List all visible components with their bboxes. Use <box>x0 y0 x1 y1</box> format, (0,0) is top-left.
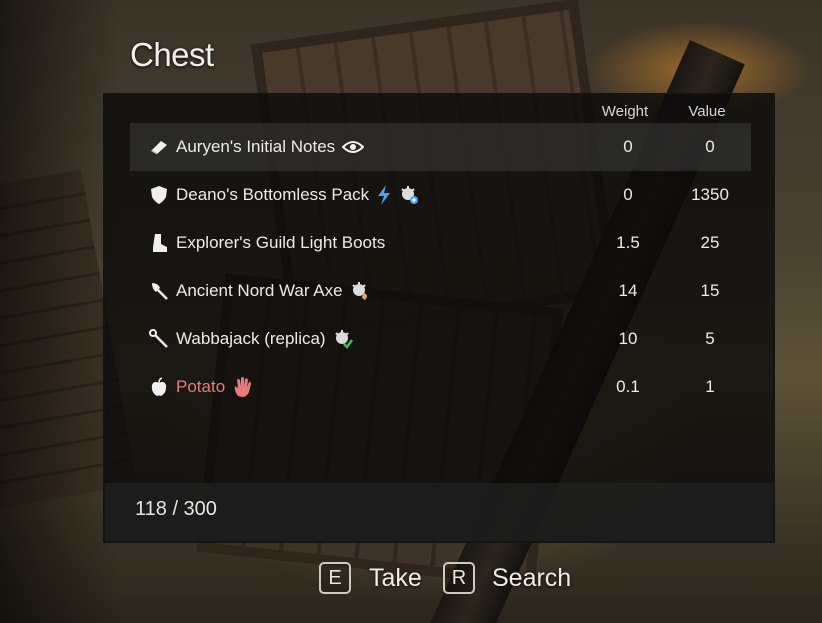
item-name: Wabbajack (replica) <box>176 329 326 348</box>
button-prompts: E Take R Search <box>0 562 822 606</box>
menu-title: Chest <box>130 36 214 73</box>
item-row-ancient-nord-war-axe[interactable]: Ancient Nord War Axe 14 15 <box>130 267 751 315</box>
item-value: 5 <box>705 329 715 348</box>
carry-weight: 118 / 300 <box>135 498 217 520</box>
search-label: Search <box>492 563 572 592</box>
item-weight: 1.5 <box>616 233 640 252</box>
item-value: 25 <box>700 233 720 252</box>
item-row-explorers-guild-light-boots[interactable]: Explorer's Guild Light Boots 1.5 25 <box>130 219 751 267</box>
container-panel: Weight Value Auryen's Initial Notes 0 0 … <box>103 93 775 543</box>
item-weight: 10 <box>618 329 638 348</box>
value-column-header: Value <box>688 103 726 120</box>
shield-icon <box>148 184 170 206</box>
item-name: Deano's Bottomless Pack <box>176 185 370 204</box>
item-value: 1350 <box>691 185 729 204</box>
take-button[interactable]: E Take <box>319 562 422 594</box>
item-row-potato[interactable]: Potato 0.1 1 <box>130 363 751 411</box>
item-value: 1 <box>705 377 715 396</box>
staff-icon <box>148 328 170 350</box>
item-weight: 0 <box>623 185 633 204</box>
item-name: Auryen's Initial Notes <box>176 137 336 156</box>
artifact-check-icon <box>333 329 353 349</box>
item-list: Auryen's Initial Notes 0 0 Deano's Botto… <box>130 123 751 411</box>
book-icon <box>148 136 170 158</box>
item-name: Ancient Nord War Axe <box>176 281 343 300</box>
item-row-auryens-initial-notes[interactable]: Auryen's Initial Notes 0 0 <box>130 123 751 171</box>
item-row-deanos-bottomless-pack[interactable]: Deano's Bottomless Pack 0 1350 <box>130 171 751 219</box>
artifact-icon <box>350 281 370 301</box>
boots-icon <box>148 232 170 254</box>
axe-icon <box>148 280 170 302</box>
weight-column-header: Weight <box>601 103 649 120</box>
item-name: Explorer's Guild Light Boots <box>176 233 386 252</box>
item-name: Potato <box>176 377 226 396</box>
eye-icon <box>342 140 365 154</box>
hand-icon <box>232 376 254 398</box>
item-value: 15 <box>700 281 720 300</box>
search-button[interactable]: R Search <box>443 562 571 594</box>
key-r-icon: R <box>443 562 475 594</box>
item-row-wabbajack-replica[interactable]: Wabbajack (replica) 10 5 <box>130 315 751 363</box>
carry-weight-bar: 118 / 300 <box>105 483 773 541</box>
item-value: 0 <box>705 137 715 156</box>
item-weight: 0 <box>623 137 633 156</box>
take-label: Take <box>369 563 422 592</box>
lightning-icon <box>376 184 392 206</box>
key-e-icon: E <box>319 562 351 594</box>
apple-icon <box>148 376 170 398</box>
item-weight: 14 <box>618 281 638 300</box>
item-weight: 0.1 <box>616 377 640 396</box>
enchant-icon <box>399 185 419 205</box>
